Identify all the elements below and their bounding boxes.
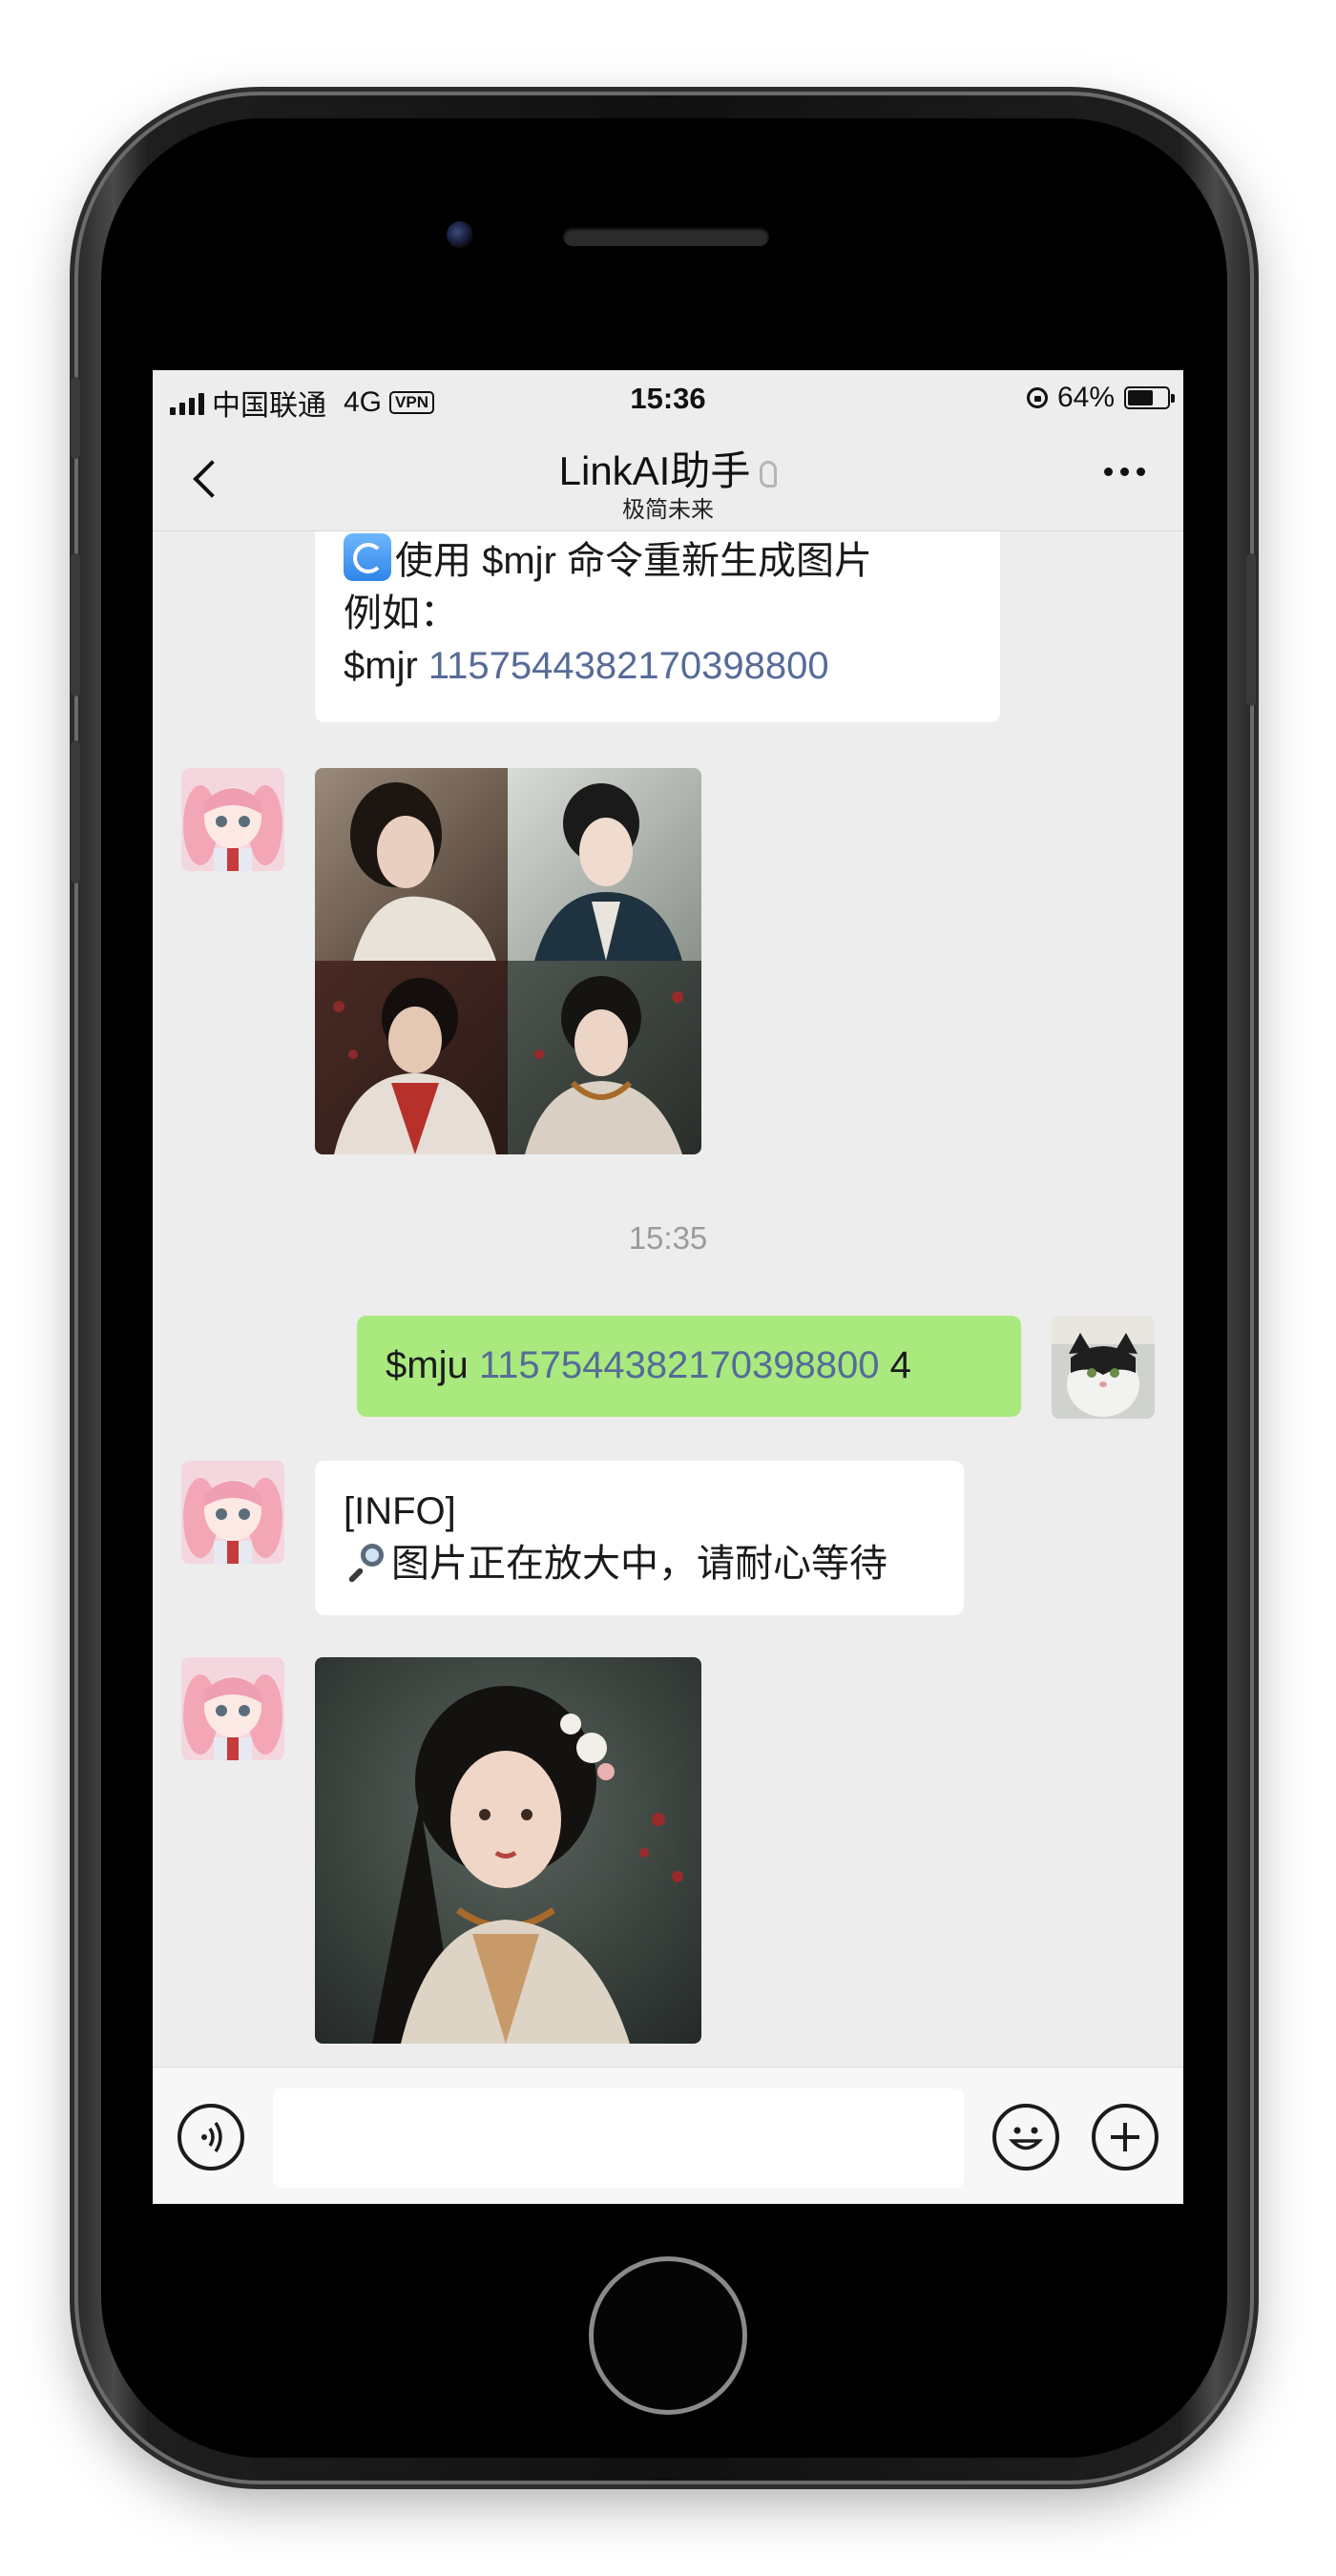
message-input[interactable] bbox=[273, 2088, 964, 2188]
message-line: 例如： bbox=[344, 592, 458, 634]
command-text: $mjr bbox=[344, 645, 428, 687]
bot-avatar[interactable] bbox=[181, 1657, 284, 1760]
generated-image-grid bbox=[315, 768, 701, 1154]
chat-title-wrap: LinkAI助手 bbox=[153, 439, 1183, 497]
command-text: $mju bbox=[386, 1344, 479, 1386]
message-text: 4 bbox=[879, 1344, 911, 1386]
input-bar bbox=[153, 2067, 1183, 2204]
front-camera bbox=[447, 221, 473, 248]
chat-header: LinkAI助手 极简未来 bbox=[153, 426, 1183, 531]
ear-icon bbox=[760, 460, 778, 488]
message-bubble-outgoing[interactable]: $mju 1157544382170398800 4 bbox=[357, 1316, 1021, 1417]
message-line: 使用 $mjr 命令重新生成图片 bbox=[344, 533, 971, 588]
message-bubble-incoming[interactable]: [INFO] 图片正在放大中，请耐心等待 bbox=[315, 1461, 964, 1615]
volume-down-button bbox=[71, 740, 80, 883]
voice-icon[interactable] bbox=[177, 2104, 244, 2171]
mute-switch bbox=[71, 377, 80, 459]
home-button[interactable] bbox=[589, 2256, 747, 2415]
plus-icon[interactable] bbox=[1092, 2104, 1159, 2171]
id-link[interactable]: 1157544382170398800 bbox=[479, 1344, 880, 1386]
emoji-icon[interactable] bbox=[992, 2104, 1059, 2171]
chat-subtitle: 极简未来 bbox=[622, 497, 714, 523]
bot-avatar[interactable] bbox=[181, 1461, 284, 1564]
volume-up-button bbox=[71, 553, 80, 696]
power-button bbox=[1246, 553, 1256, 706]
message-list[interactable]: 使用 $mjr 命令重新生成图片 例如： $mjr 11575443821703… bbox=[153, 531, 1183, 2067]
phone-screen: 中国联通 4G VPN 15:36 64% LinkAI助手 极简未来 使用 $… bbox=[153, 370, 1183, 2204]
message-text: 图片正在放大中，请耐心等待 bbox=[391, 1543, 887, 1585]
bot-avatar[interactable] bbox=[181, 768, 284, 871]
message-line: 图片正在放大中，请耐心等待 bbox=[344, 1538, 935, 1590]
rotation-lock-icon bbox=[1026, 387, 1048, 408]
battery-percent: 64% bbox=[1056, 382, 1115, 413]
image-message-upscaled[interactable] bbox=[315, 1657, 701, 2044]
battery-fill bbox=[1128, 390, 1153, 405]
time-divider: 15:35 bbox=[628, 1220, 708, 1256]
id-link[interactable]: 1157544382170398800 bbox=[428, 645, 829, 687]
ellipsis-icon[interactable] bbox=[1104, 467, 1145, 476]
message-line: $mjr 1157544382170398800 bbox=[344, 640, 971, 693]
battery-icon bbox=[1124, 386, 1175, 409]
magnifier-icon bbox=[344, 1542, 386, 1584]
status-bar: 中国联通 4G VPN 15:36 64% bbox=[153, 370, 1183, 426]
user-avatar[interactable] bbox=[1052, 1316, 1155, 1419]
message-line: [INFO] bbox=[344, 1490, 456, 1532]
chat-title: LinkAI助手 bbox=[558, 448, 751, 493]
refresh-icon bbox=[344, 533, 391, 581]
earpiece-speaker bbox=[563, 227, 769, 246]
message-bubble-incoming[interactable]: 使用 $mjr 命令重新生成图片 例如： $mjr 11575443821703… bbox=[315, 531, 1000, 722]
image-message-grid[interactable] bbox=[315, 768, 701, 1154]
message-text: 使用 $mjr 命令重新生成图片 bbox=[395, 540, 872, 582]
upscaled-image bbox=[315, 1657, 701, 2044]
